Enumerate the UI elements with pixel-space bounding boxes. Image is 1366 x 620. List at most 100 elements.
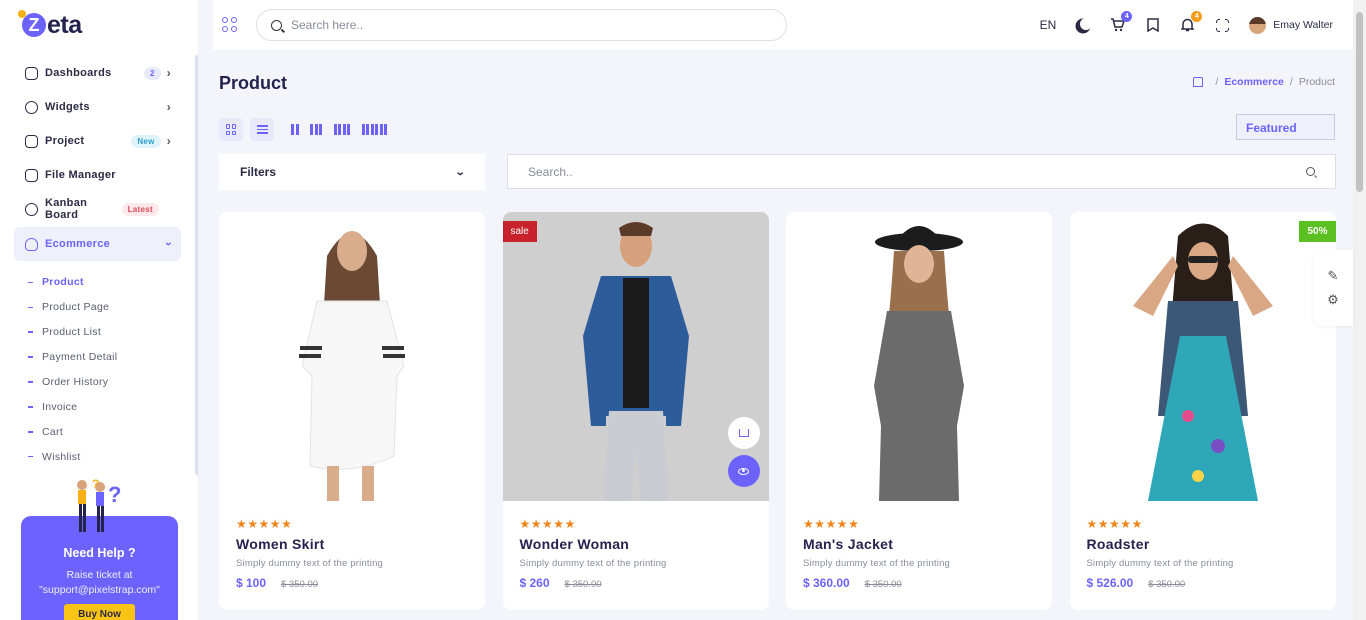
filters-dropdown[interactable]: Filters ⌄ (219, 154, 485, 190)
customizer-panel: ✎ ⚙ (1313, 250, 1353, 326)
sidebar-item-file-manager[interactable]: File Manager (14, 158, 181, 192)
sort-select[interactable]: Featured (1236, 114, 1335, 140)
chevron-down-icon: › (161, 241, 176, 247)
four-column-button[interactable] (333, 124, 352, 135)
sidebar-item-dashboards[interactable]: Dashboards 2 › (14, 56, 181, 90)
product-image[interactable] (219, 212, 485, 501)
star-icon: ★ (1131, 517, 1143, 531)
breadcrumb-link-ecommerce[interactable]: Ecommerce (1224, 76, 1284, 88)
buy-now-button[interactable]: Buy Now (64, 604, 135, 620)
sale-tag: sale (502, 221, 537, 242)
product-card[interactable]: ★ ★ ★ ★ ★ Man's Jacket Simply dummy text of … (786, 212, 1052, 610)
product-card[interactable]: 50% ★ ★ ★ ★ ★ Roadster Simply dummy text of … (1069, 212, 1336, 610)
sidebar-item-ecommerce[interactable]: Ecommerce › (14, 227, 181, 261)
product-name[interactable]: Roadster (1087, 536, 1234, 552)
submenu-item-payment-detail[interactable]: Payment Detail (28, 345, 188, 370)
star-icon: ★ (236, 517, 247, 531)
product-price: $ 526.00 (1086, 576, 1134, 590)
product-name[interactable]: Women Skirt (236, 536, 383, 552)
scrollbar-thumb[interactable] (1356, 12, 1363, 192)
product-image[interactable] (1070, 212, 1336, 501)
grid-icon[interactable] (222, 17, 237, 32)
sidebar-menu: Dashboards 2 › Widgets › Project New › F… (14, 56, 181, 261)
submenu-item-product-list[interactable]: Product List (28, 320, 188, 345)
submenu-item-invoice[interactable]: Invoice (28, 394, 188, 419)
grid-icon (225, 124, 237, 135)
product-info: ★ ★ ★ ★ ★ Man's Jacket Simply dummy text of … (803, 517, 950, 590)
three-column-button[interactable] (310, 124, 324, 135)
star-icon: ★ (281, 517, 292, 531)
submenu-label: Invoice (42, 400, 78, 413)
star-icon: ★ (814, 517, 826, 531)
submenu-item-wishlist[interactable]: Wishlist (28, 444, 188, 469)
star-icon: ★ (553, 517, 565, 531)
page-scrollbar[interactable] (1353, 0, 1366, 620)
logo[interactable]: Z eta (18, 10, 82, 40)
star-icon: ★ (564, 517, 576, 531)
breadcrumb: / Ecommerce / Product (1193, 76, 1335, 88)
header-search-input[interactable] (291, 18, 771, 32)
product-card[interactable]: ★ ★ ★ ★ ★ Women Skirt Simply dummy text of t… (219, 212, 485, 610)
star-icon: ★ (530, 517, 542, 531)
star-icon: ★ (803, 517, 814, 531)
bell-icon[interactable]: 4 (1179, 10, 1203, 34)
dash-icon (28, 381, 33, 383)
cart-icon (738, 429, 749, 437)
dash-icon (28, 356, 33, 358)
star-icon: ★ (519, 517, 531, 531)
star-icon: ★ (542, 517, 553, 531)
submenu-item-order-history[interactable]: Order History (28, 370, 188, 395)
fullscreen-icon[interactable] (1214, 17, 1231, 34)
help-illustration: ? ? (77, 477, 121, 532)
product-photo-mans-jacket (874, 226, 964, 501)
cart-icon[interactable]: 4 (1109, 10, 1133, 34)
sidebar-scrollbar[interactable] (195, 55, 198, 475)
submenu-item-product[interactable]: Product (28, 270, 188, 295)
search-icon (271, 19, 282, 31)
submenu-label: Payment Detail (42, 351, 118, 364)
language-selector[interactable]: EN (1040, 18, 1057, 32)
sidebar-item-widgets[interactable]: Widgets › (14, 90, 181, 124)
header-search[interactable] (256, 9, 787, 41)
quick-view-button[interactable] (727, 455, 760, 487)
project-icon (25, 134, 38, 148)
submenu-item-cart[interactable]: Cart (28, 419, 188, 444)
product-image[interactable] (786, 212, 1052, 501)
home-icon[interactable] (1193, 77, 1204, 87)
list-view-button[interactable] (250, 118, 274, 141)
dash-icon (28, 455, 33, 458)
six-column-button[interactable] (361, 124, 389, 135)
dash-icon (28, 331, 33, 333)
submenu-label: Product (42, 276, 84, 289)
svg-text:?: ? (92, 477, 99, 491)
grid-view-button[interactable] (219, 118, 243, 141)
product-card[interactable]: sale ★ ★ ★ ★ ★ Wonder Woman Simply dummy tex… (502, 212, 769, 610)
product-name[interactable]: Man's Jacket (803, 536, 950, 552)
product-price: $ 360.00 (803, 576, 850, 590)
submenu-item-product-page[interactable]: Product Page (28, 295, 188, 320)
user-profile[interactable]: Emay Walter (1249, 16, 1333, 34)
two-column-button[interactable] (291, 124, 300, 135)
sidebar-item-label: Dashboards (45, 67, 112, 79)
product-image[interactable] (502, 212, 769, 501)
clock-icon (25, 202, 38, 216)
star-icon: ★ (247, 517, 259, 531)
product-name[interactable]: Wonder Woman (520, 536, 667, 552)
star-icon: ★ (258, 517, 270, 531)
product-search-input[interactable] (528, 164, 1128, 179)
sidebar-item-label: Project (45, 135, 85, 147)
search-icon[interactable] (1306, 167, 1315, 176)
svg-text:?: ? (108, 482, 121, 507)
product-description: Simply dummy text of the printing (236, 558, 384, 569)
paint-icon[interactable]: ✎ (1328, 268, 1339, 284)
gear-icon[interactable]: ⚙ (1327, 292, 1339, 308)
breadcrumb-current: Product (1298, 76, 1335, 88)
bookmark-icon[interactable] (1144, 17, 1161, 34)
add-to-cart-button[interactable] (727, 417, 760, 449)
chevron-right-icon: › (166, 100, 171, 114)
moon-icon[interactable] (1074, 17, 1091, 34)
sidebar-item-kanban-board[interactable]: Kanban Board Latest (14, 192, 181, 226)
product-search[interactable] (507, 154, 1336, 189)
sidebar-item-project[interactable]: Project New › (14, 124, 181, 158)
star-icon: ★ (269, 517, 281, 531)
